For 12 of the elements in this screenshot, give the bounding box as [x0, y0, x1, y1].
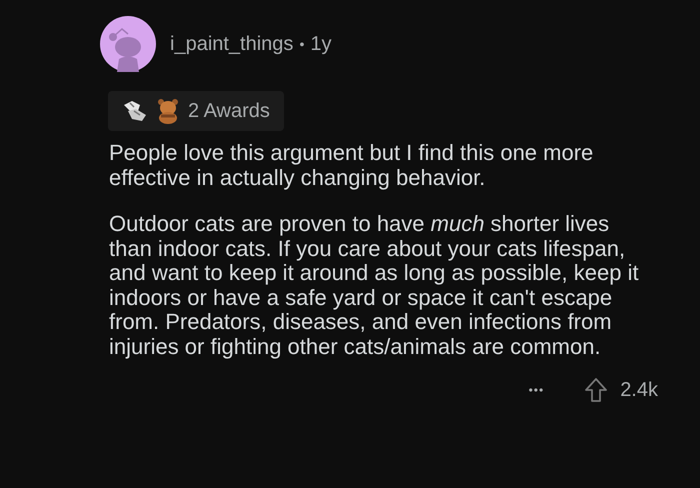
awards-count: 2 Awards [188, 99, 270, 124]
bear-icon [156, 98, 180, 124]
vote-score: 2.4k [620, 378, 658, 403]
more-options-button[interactable]: ••• [528, 381, 544, 399]
separator-dot: • [299, 34, 304, 54]
upvote-icon[interactable] [584, 377, 608, 403]
avatar-icon[interactable] [100, 16, 156, 72]
comment-age: 1y [310, 32, 332, 57]
comment-paragraph: Outdoor cats are proven to have much shorter lives than indoor cats. If you care about your cats lifespan, and want to keep it around as long as possible, keep it indoors or have a safe yard or space it can't escape from. Predators, diseases, and even infections from injuries or fighting other cats/animals are common. [109, 212, 640, 359]
comment-paragraph: People love this argument but I find this one more effective in actually changing behavior. [109, 141, 594, 190]
awards-badge[interactable]: 2 Awards [108, 91, 284, 131]
username[interactable]: i_paint_things [170, 29, 294, 59]
